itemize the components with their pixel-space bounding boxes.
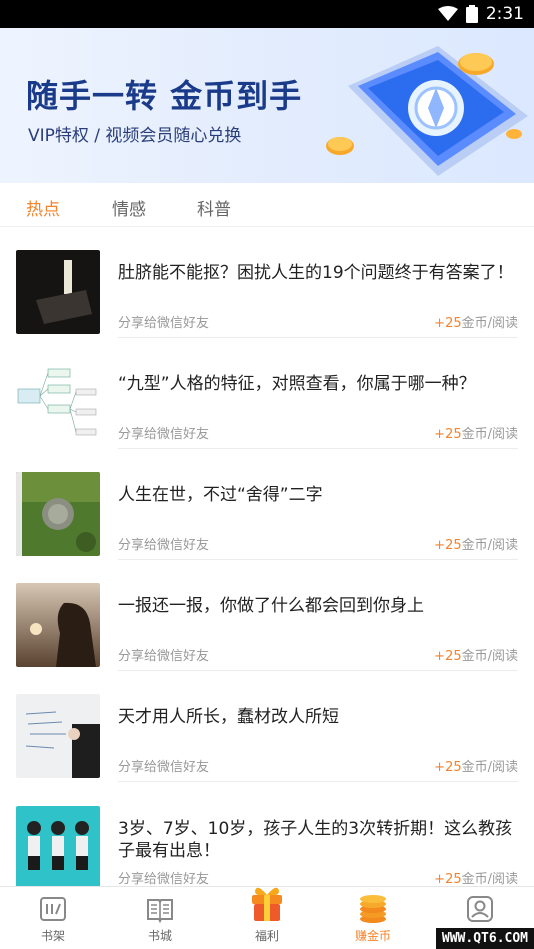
reward-text: +25金币/阅读 (434, 423, 518, 442)
reward-text: +25金币/阅读 (434, 645, 518, 664)
watermark: WWW.QT6.COM (435, 928, 534, 949)
divider (118, 781, 518, 782)
divider (118, 559, 518, 560)
share-text: 分享给微信好友 (118, 316, 210, 331)
reward-points: +25 (434, 316, 462, 331)
status-bar: 2:31 (0, 0, 534, 28)
reward-text: +25金币/阅读 (434, 756, 518, 775)
reward-text: +25金币/阅读 (434, 534, 518, 553)
reward-points: +25 (434, 872, 462, 887)
share-text: 分享给微信好友 (118, 760, 210, 775)
article-meta: 分享给微信好友 +25金币/阅读 (118, 312, 518, 332)
article-thumbnail (16, 250, 100, 334)
wifi-icon (437, 6, 458, 21)
reward-suffix: 金币/阅读 (461, 872, 518, 887)
article-title: 3岁、7岁、10岁，孩子人生的3次转折期！这么教孩子最有出息！ (118, 819, 513, 861)
article-thumbnail (16, 472, 100, 556)
article-meta: 分享给微信好友 +25金币/阅读 (118, 868, 518, 888)
profile-icon (467, 896, 493, 922)
bookshelf-icon (40, 897, 66, 921)
share-text: 分享给微信好友 (118, 872, 210, 887)
reward-suffix: 金币/阅读 (461, 538, 518, 553)
share-text: 分享给微信好友 (118, 427, 210, 442)
article-title: 天才用人所长，蠢材改人所短 (118, 707, 339, 727)
promo-banner[interactable]: 随手一转 金币到手 VIP特权 / 视频会员随心兑换 (0, 28, 534, 183)
divider (118, 337, 518, 338)
reward-points: +25 (434, 649, 462, 664)
nav-bookshelf[interactable]: 书架 (0, 887, 106, 949)
reward-suffix: 金币/阅读 (461, 649, 518, 664)
article-title: 肚脐能不能抠？困扰人生的19个问题终于有答案了！ (118, 263, 514, 283)
tab-emotion[interactable]: 情感 (112, 195, 146, 220)
banner-title: 随手一转 金币到手 (26, 77, 303, 115)
nav-label: 赚金币 (354, 929, 391, 943)
nav-label: 书城 (147, 929, 172, 943)
coins-icon (360, 895, 386, 923)
reward-points: +25 (434, 538, 462, 553)
banner-subtitle: VIP特权 / 视频会员随心兑换 (28, 126, 242, 146)
divider (118, 448, 518, 449)
reward-text: +25金币/阅读 (434, 868, 518, 887)
article-thumbnail (16, 583, 100, 667)
tab-science[interactable]: 科普 (197, 195, 231, 220)
article-title: 人生在世，不过“舍得”二字 (118, 485, 323, 505)
article-thumbnail (16, 806, 100, 890)
article-meta: 分享给微信好友 +25金币/阅读 (118, 645, 518, 665)
reward-text: +25金币/阅读 (434, 312, 518, 331)
reward-points: +25 (434, 427, 462, 442)
reward-suffix: 金币/阅读 (461, 760, 518, 775)
share-text: 分享给微信好友 (118, 649, 210, 664)
article-item[interactable]: 人生在世，不过“舍得”二字 分享给微信好友 +25金币/阅读 (0, 472, 534, 583)
article-title: 一报还一报，你做了什么都会回到你身上 (118, 596, 424, 616)
article-title: “九型”人格的特征，对照查看，你属于哪一种？ (118, 374, 476, 394)
divider (118, 670, 518, 671)
article-item[interactable]: 一报还一报，你做了什么都会回到你身上 分享给微信好友 +25金币/阅读 (0, 583, 534, 694)
reward-suffix: 金币/阅读 (461, 427, 518, 442)
article-thumbnail (16, 694, 100, 778)
reward-points: +25 (434, 760, 462, 775)
nav-label: 福利 (254, 929, 279, 943)
phone-illustration-icon (326, 46, 528, 176)
article-thumbnail (16, 361, 100, 445)
reward-suffix: 金币/阅读 (461, 316, 518, 331)
nav-label: 书架 (40, 929, 65, 943)
battery-icon (465, 5, 478, 23)
article-item[interactable]: “九型”人格的特征，对照查看，你属于哪一种？ 分享给微信好友 +25金币/阅读 (0, 361, 534, 472)
nav-earn-coins[interactable]: 赚金币 (320, 887, 426, 949)
category-tabs: 热点 情感 科普 (0, 183, 534, 227)
article-item[interactable]: 天才用人所长，蠢材改人所短 分享给微信好友 +25金币/阅读 (0, 694, 534, 805)
nav-bookstore[interactable]: 书城 (107, 887, 213, 949)
article-meta: 分享给微信好友 +25金币/阅读 (118, 534, 518, 554)
share-text: 分享给微信好友 (118, 538, 210, 553)
book-icon (147, 899, 173, 923)
article-item[interactable]: 肚脐能不能抠？困扰人生的19个问题终于有答案了！ 分享给微信好友 +25金币/阅… (0, 250, 534, 361)
article-meta: 分享给微信好友 +25金币/阅读 (118, 423, 518, 443)
article-meta: 分享给微信好友 +25金币/阅读 (118, 756, 518, 776)
gift-icon (252, 887, 282, 921)
tab-hot[interactable]: 热点 (26, 195, 60, 220)
nav-welfare[interactable]: 福利 (214, 887, 320, 949)
status-time: 2:31 (485, 4, 524, 24)
